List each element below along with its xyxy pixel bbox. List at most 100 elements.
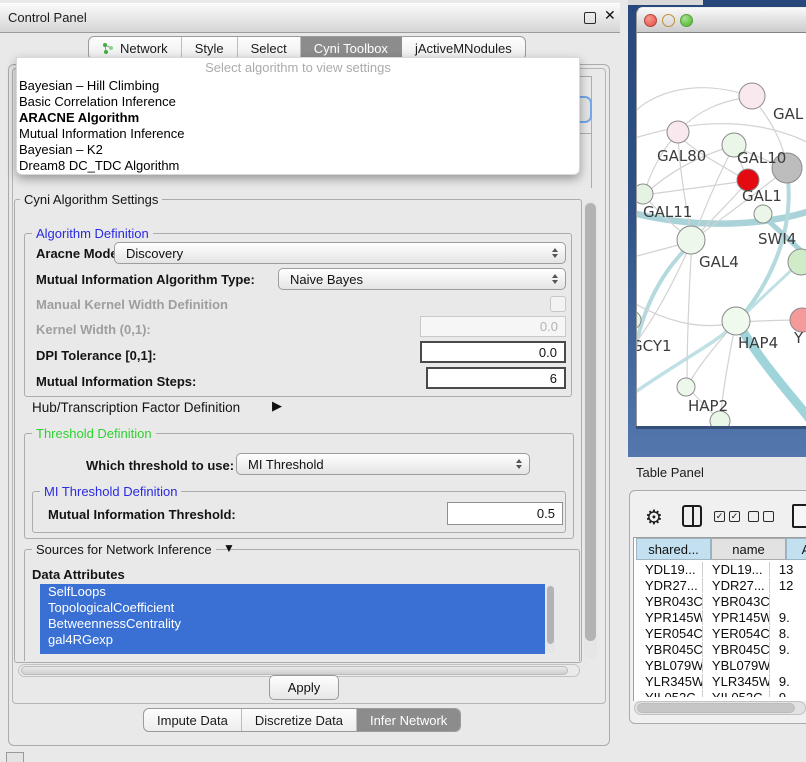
table-cell: 9.	[770, 610, 806, 625]
apply-button[interactable]: Apply	[269, 675, 339, 700]
table-row[interactable]: YIL052CYIL052C9.	[636, 689, 806, 697]
dpi-tolerance-value: 0.0	[539, 345, 557, 360]
data-attribute-item[interactable]: BetweennessCentrality	[40, 616, 545, 632]
settings-vertical-scrollbar[interactable]	[584, 201, 597, 659]
tab-jactivemnodules-label: jActiveMNodules	[415, 41, 512, 56]
data-attributes-label: Data Attributes	[32, 567, 125, 582]
tab-cyni-toolbox-label: Cyni Toolbox	[314, 41, 388, 56]
table-row[interactable]: YBR045CYBR045C9.	[636, 641, 806, 657]
network-node[interactable]	[677, 226, 705, 254]
network-node[interactable]	[754, 205, 772, 223]
column-header-shared-label: shared...	[648, 542, 699, 557]
algorithm-definition-title: Algorithm Definition	[32, 226, 153, 241]
table-row[interactable]: YPR145WYPR145W9.	[636, 609, 806, 625]
table-row[interactable]: YBL079WYBL079W	[636, 657, 806, 673]
network-window-shadow	[636, 426, 806, 429]
zoom-traffic-light-icon[interactable]	[680, 14, 693, 27]
manual-kernel-checkbox[interactable]	[550, 296, 566, 312]
checked-checkbox-icon[interactable]: ✓	[729, 511, 740, 522]
gear-icon[interactable]: ⚙	[645, 505, 663, 530]
tab-cyni-toolbox[interactable]: Cyni Toolbox	[301, 37, 402, 59]
unchecked-checkbox-icon[interactable]	[763, 511, 774, 522]
threshold-definition-title: Threshold Definition	[32, 426, 156, 441]
table-cell: YLR345W	[636, 674, 703, 689]
algorithm-option[interactable]: Basic Correlation Inference	[17, 94, 579, 110]
network-window-titlebar[interactable]	[636, 7, 806, 33]
cut-off-button[interactable]	[6, 752, 24, 762]
table-row[interactable]: YBR043CYBR043C	[636, 593, 806, 609]
tab-impute-data-label: Impute Data	[157, 713, 228, 728]
which-threshold-select[interactable]: MI Threshold	[236, 453, 530, 475]
tab-discretize-data[interactable]: Discretize Data	[242, 709, 357, 731]
dpi-tolerance-label: DPI Tolerance [0,1]:	[36, 348, 156, 363]
data-attributes-list[interactable]: SelfLoopsTopologicalCoefficientBetweenne…	[40, 584, 545, 654]
mi-threshold-group-title: MI Threshold Definition	[40, 484, 181, 499]
file-icon[interactable]	[792, 504, 806, 528]
network-node[interactable]	[722, 307, 750, 335]
mi-threshold-label: Mutual Information Threshold:	[48, 507, 236, 522]
network-view[interactable]: GALGAL80GAL10GAL1GAL11SWI4GAL4GCY1HAP4YH…	[636, 33, 806, 426]
table-cell: 12	[770, 578, 806, 593]
checked-checkbox-icon[interactable]: ✓	[714, 511, 725, 522]
table-rows[interactable]: YDL19...YDL19...13YDR27...YDR27...12YBR0…	[636, 561, 806, 697]
network-node[interactable]	[637, 184, 653, 204]
data-attribute-item[interactable]: TopologicalCoefficient	[40, 600, 545, 616]
close-panel-icon[interactable]: ✕	[604, 7, 616, 24]
manual-kernel-label: Manual Kernel Width Definition	[36, 297, 228, 312]
network-node[interactable]	[677, 378, 695, 396]
algorithm-option[interactable]: Mutual Information Inference	[17, 126, 579, 142]
data-attribute-item[interactable]: gal4RGexp	[40, 632, 545, 648]
mi-threshold-value: 0.5	[537, 506, 555, 521]
dpi-tolerance-field[interactable]: 0.0	[420, 341, 566, 363]
hub-expand-icon[interactable]: ▶	[272, 398, 282, 414]
tab-style[interactable]: Style	[182, 37, 238, 59]
attributes-scrollbar[interactable]	[546, 584, 555, 654]
tab-infer-network[interactable]: Infer Network	[357, 709, 460, 731]
table-horizontal-scrollbar[interactable]	[634, 701, 806, 715]
table-row[interactable]: YLR345WYLR345W9.	[636, 673, 806, 689]
algorithm-option[interactable]: Bayesian – Hill Climbing	[17, 78, 579, 94]
check-glyph: ✓	[731, 511, 739, 521]
aracne-mode-select[interactable]: Discovery	[114, 242, 566, 264]
table-cell: YDR27...	[703, 578, 770, 593]
data-attribute-item[interactable]: SelfLoops	[40, 584, 545, 600]
table-row[interactable]: YDL19...YDL19...13	[636, 561, 806, 577]
mi-threshold-field[interactable]: 0.5	[447, 502, 563, 525]
algorithm-option[interactable]: ARACNE Algorithm	[17, 110, 579, 126]
close-traffic-light-icon[interactable]	[644, 14, 657, 27]
hub-section-label: Hub/Transcription Factor Definition	[32, 400, 240, 415]
control-panel-titlebar: Control Panel ✕	[0, 3, 620, 33]
mi-type-label: Mutual Information Algorithm Type:	[36, 272, 255, 287]
combo-stepper-icon	[516, 459, 522, 469]
float-panel-icon[interactable]	[584, 12, 596, 24]
table-row[interactable]: YER054CYER054C8.	[636, 625, 806, 641]
mi-steps-field[interactable]: 6	[426, 367, 566, 389]
kernel-width-field[interactable]: 0.0	[420, 316, 566, 337]
table-cell: YDL19...	[703, 562, 770, 577]
mi-type-select[interactable]: Naive Bayes	[278, 268, 566, 290]
column-header-partial[interactable]: A	[786, 538, 806, 560]
sources-title: Sources for Network Inference	[32, 542, 216, 557]
network-node[interactable]	[739, 83, 765, 109]
minimize-traffic-light-icon[interactable]	[662, 14, 675, 27]
algorithm-option[interactable]: Bayesian – K2	[17, 142, 579, 158]
tab-network[interactable]: Network	[89, 37, 182, 59]
column-layout-icon[interactable]	[682, 505, 702, 527]
unchecked-checkbox-icon[interactable]	[748, 511, 759, 522]
table-cell: YIL052C	[703, 690, 770, 698]
table-cell: 9.	[770, 690, 806, 698]
column-header-name[interactable]: name	[711, 538, 786, 560]
sources-collapse-icon[interactable]: ▼	[223, 541, 235, 555]
table-row[interactable]: YDR27...YDR27...12	[636, 577, 806, 593]
tab-impute-data[interactable]: Impute Data	[144, 709, 242, 731]
column-header-shared[interactable]: shared...	[636, 538, 711, 560]
network-node-label: GAL4	[699, 253, 739, 271]
algorithm-option[interactable]: Dream8 DC_TDC Algorithm	[17, 158, 579, 174]
check-glyph: ✓	[716, 511, 724, 521]
which-threshold-value: MI Threshold	[248, 457, 324, 472]
tab-jactivemnodules[interactable]: jActiveMNodules	[402, 37, 525, 59]
network-tab-icon	[102, 42, 115, 55]
network-node[interactable]	[667, 121, 689, 143]
network-node-label: GAL80	[657, 147, 706, 165]
tab-select[interactable]: Select	[238, 37, 301, 59]
